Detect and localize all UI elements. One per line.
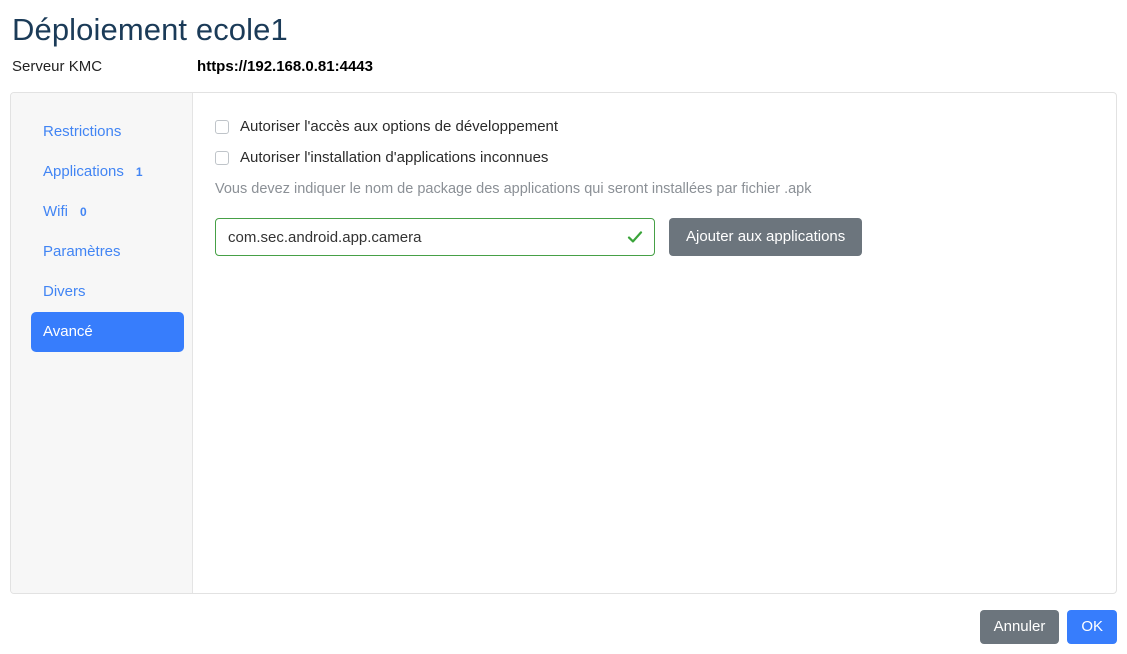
deployment-dialog: Déploiement ecole1 Serveur KMC https://1…: [0, 0, 1127, 654]
checkbox-label-dev-options: Autoriser l'accès aux options de dévelop…: [240, 118, 559, 135]
sidebar-item-restrictions[interactable]: Restrictions: [31, 112, 184, 152]
package-input-row: Ajouter aux applications: [215, 218, 1116, 256]
sidebar-item-avance[interactable]: Avancé: [31, 312, 184, 352]
dialog-footer: Annuler OK: [979, 610, 1117, 644]
sidebar-item-label: Wifi: [43, 203, 68, 220]
sidebar-item-badge: 0: [80, 205, 87, 219]
checkbox-unknown-apps[interactable]: [215, 151, 229, 165]
checkbox-row-dev-options[interactable]: Autoriser l'accès aux options de dévelop…: [215, 118, 1116, 136]
sidebar-item-divers[interactable]: Divers: [31, 272, 184, 312]
sidebar-nav: Restrictions Applications 1 Wifi 0 Param…: [11, 93, 193, 593]
server-url: https://192.168.0.81:4443: [197, 58, 373, 75]
sidebar-item-label: Restrictions: [43, 123, 122, 140]
sidebar-item-badge: 1: [135, 165, 143, 179]
sidebar-item-label: Applications: [43, 163, 124, 180]
cancel-button[interactable]: Annuler: [979, 610, 1060, 644]
sidebar-item-wifi[interactable]: Wifi 0: [31, 192, 184, 232]
sidebar-item-label: Paramètres: [43, 243, 121, 260]
package-name-input[interactable]: [215, 218, 655, 256]
sidebar-item-label: Avancé: [43, 323, 93, 340]
settings-panel: Restrictions Applications 1 Wifi 0 Param…: [10, 92, 1117, 594]
sidebar-item-applications[interactable]: Applications 1: [31, 152, 184, 192]
sidebar-item-label: Divers: [43, 283, 86, 300]
ok-button[interactable]: OK: [1067, 610, 1117, 644]
sidebar-item-parametres[interactable]: Paramètres: [31, 232, 184, 272]
add-to-applications-button[interactable]: Ajouter aux applications: [669, 218, 863, 256]
panel-content: Autoriser l'accès aux options de dévelop…: [193, 93, 1116, 593]
page-title: Déploiement ecole1: [12, 12, 288, 47]
server-label: Serveur KMC: [12, 58, 103, 75]
checkbox-row-unknown-apps[interactable]: Autoriser l'installation d'applications …: [215, 149, 1116, 167]
helper-text: Vous devez indiquer le nom de package de…: [215, 181, 812, 197]
package-input-wrapper: [215, 218, 655, 256]
server-info-row: Serveur KMC https://192.168.0.81:4443: [10, 58, 1127, 75]
checkbox-label-unknown-apps: Autoriser l'installation d'applications …: [240, 149, 549, 166]
dialog-header: Déploiement ecole1 Serveur KMC https://1…: [0, 0, 1127, 75]
checkbox-dev-options[interactable]: [215, 120, 229, 134]
